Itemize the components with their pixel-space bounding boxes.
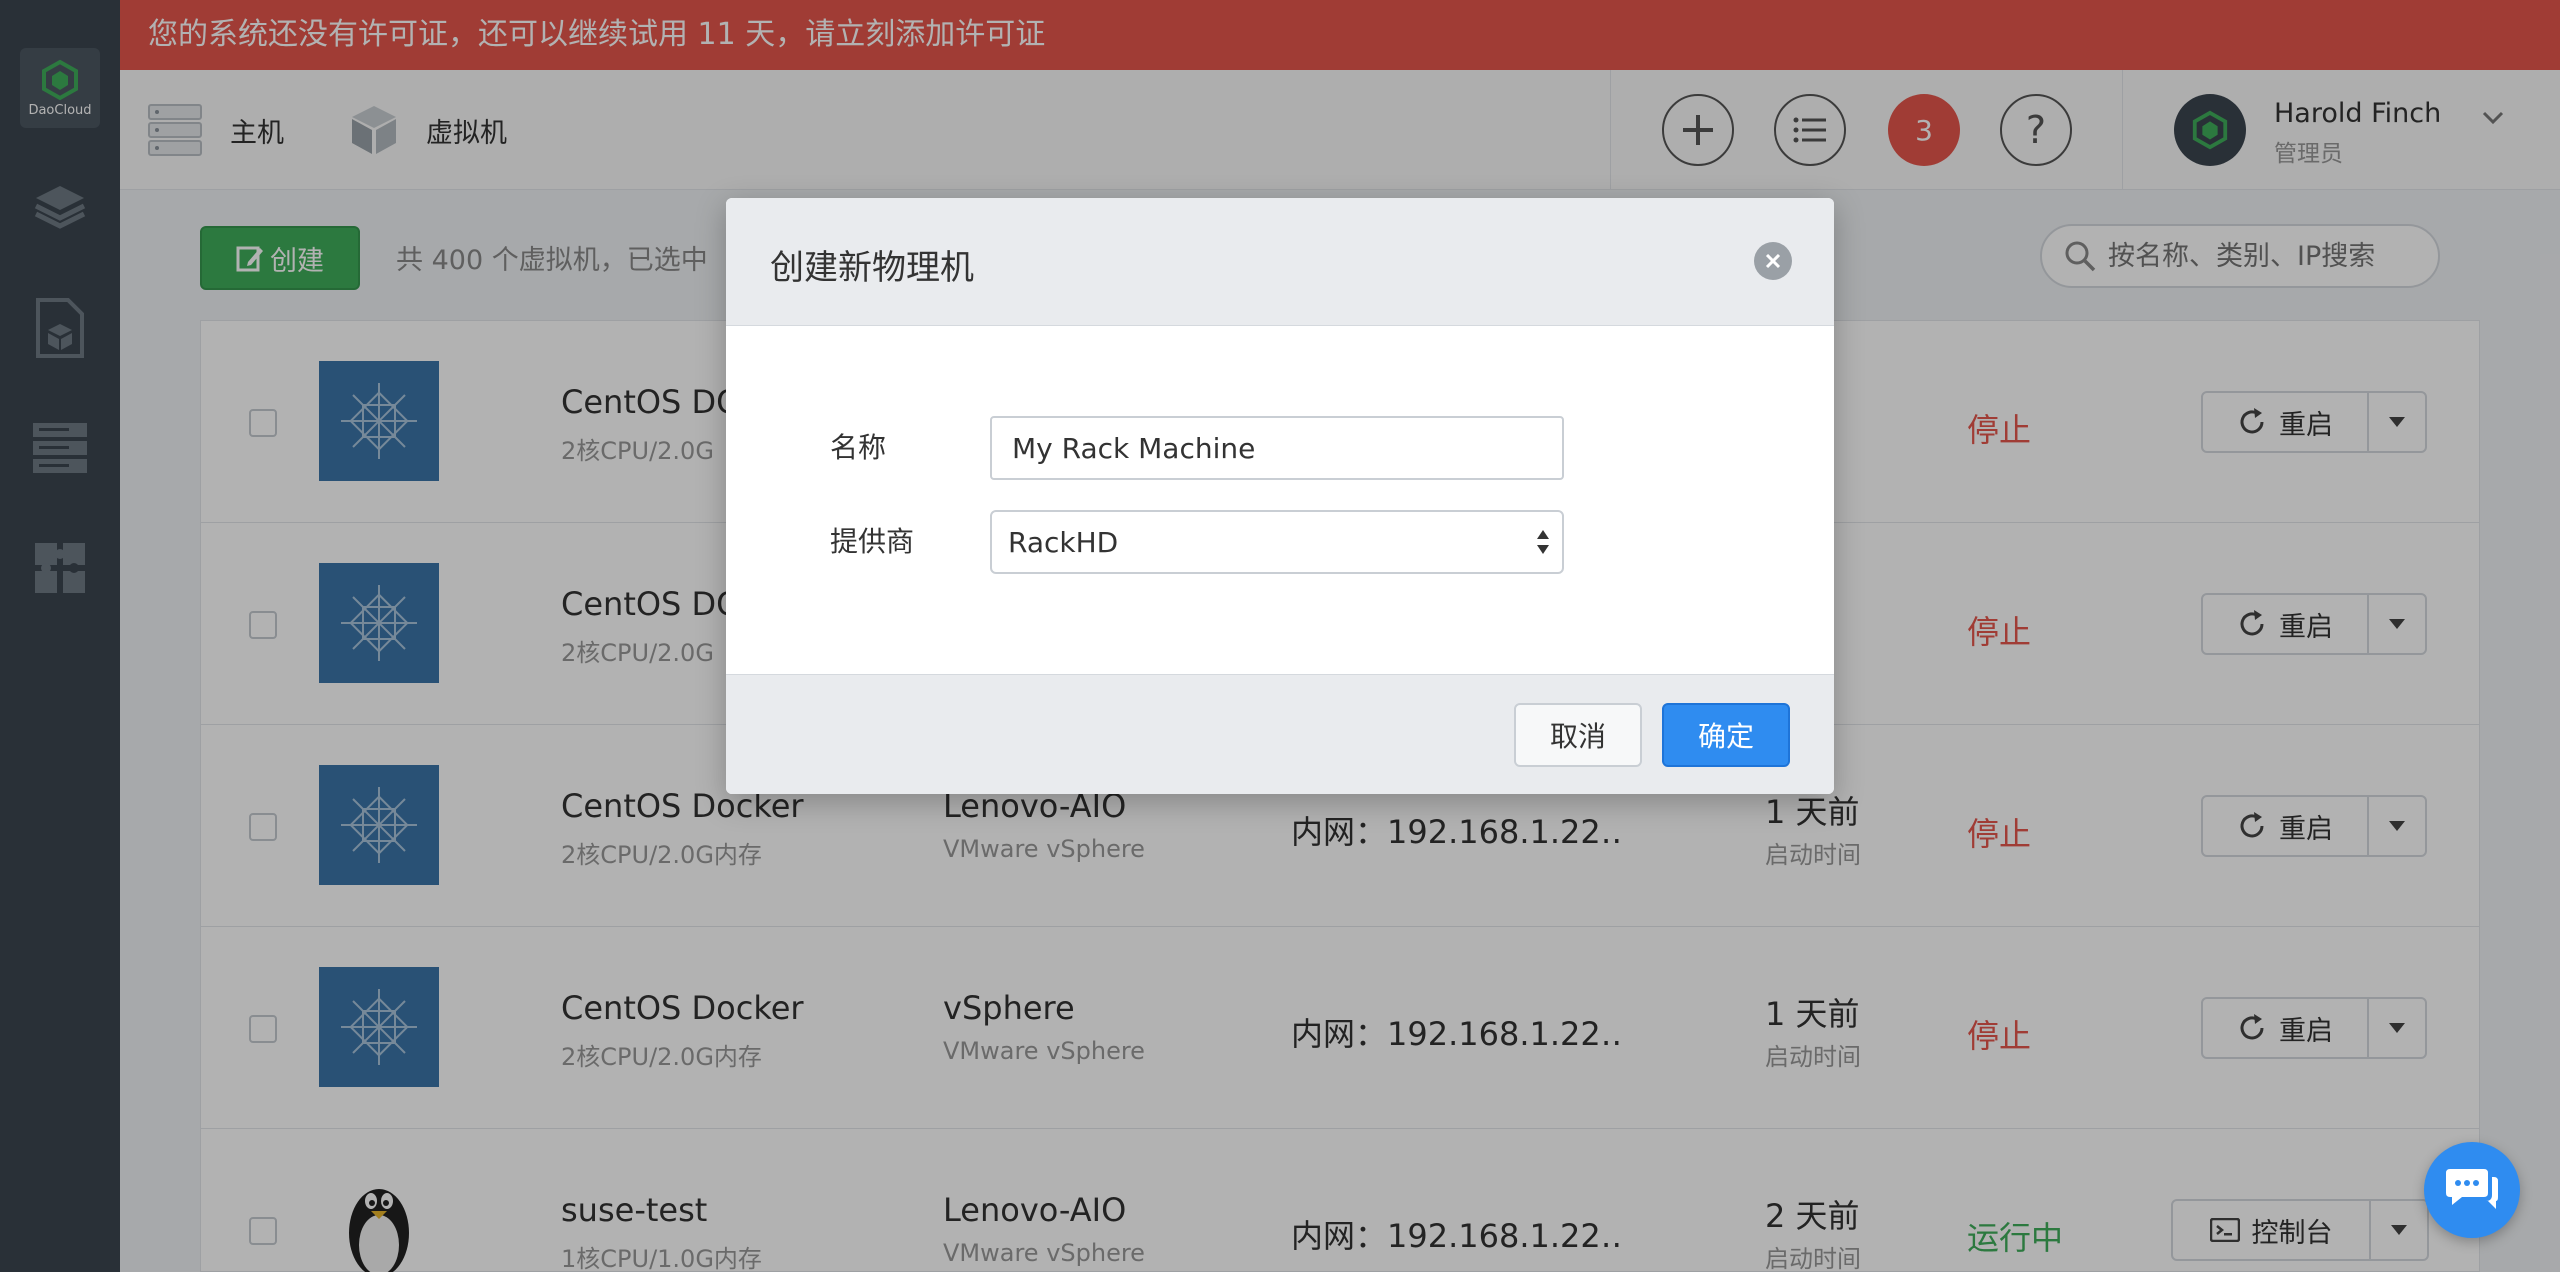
cancel-button[interactable]: 取消	[1514, 703, 1642, 767]
name-label: 名称	[830, 431, 887, 464]
dialog-header: 创建新物理机	[726, 198, 1834, 326]
close-icon	[1765, 253, 1781, 269]
provider-select[interactable]: RackHD	[990, 510, 1564, 574]
chat-bubble-icon	[2446, 1169, 2498, 1209]
name-field[interactable]	[990, 416, 1564, 480]
chat-button[interactable]	[2424, 1142, 2520, 1238]
close-button[interactable]	[1754, 242, 1792, 280]
confirm-button[interactable]: 确定	[1662, 703, 1790, 767]
dialog-footer: 取消 确定	[726, 674, 1834, 794]
dialog-title: 创建新物理机	[770, 248, 974, 288]
select-arrows-icon	[1536, 526, 1550, 558]
provider-selected-value: RackHD	[1008, 525, 1119, 559]
provider-label: 提供商	[830, 525, 915, 558]
create-machine-dialog: 创建新物理机 名称 提供商 RackHD 取消 确定	[726, 198, 1834, 794]
